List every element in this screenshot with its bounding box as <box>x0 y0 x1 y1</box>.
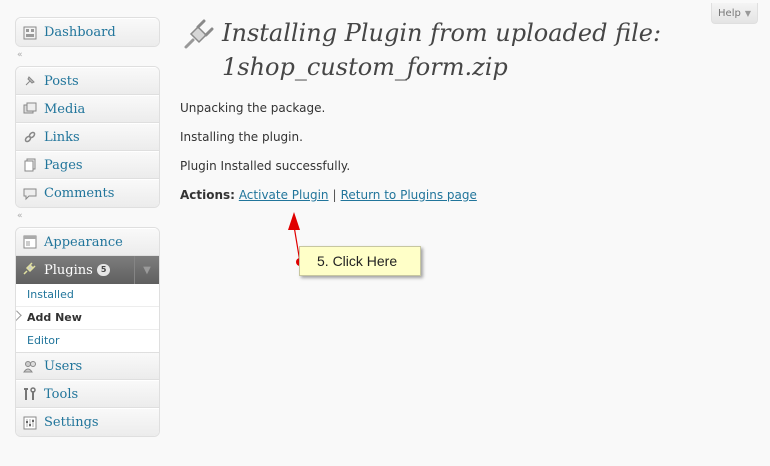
callout-text: 5. Click Here <box>317 253 398 269</box>
callout-note: 5. Click Here <box>299 246 421 276</box>
annotation-arrow <box>288 212 304 266</box>
